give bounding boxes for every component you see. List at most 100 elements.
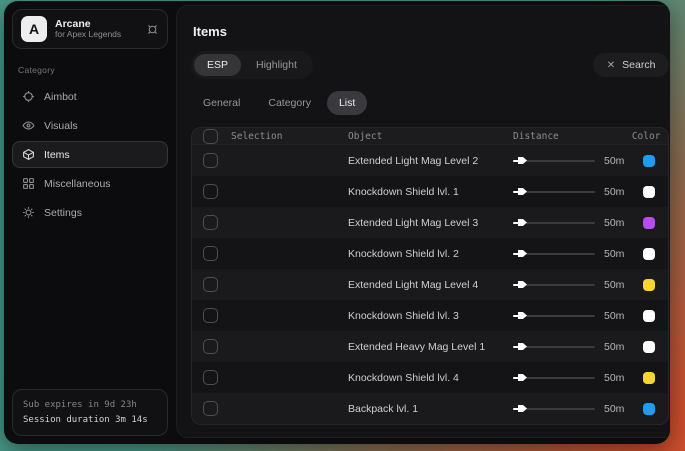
sidebar-nav: Aimbot Visuals Items	[12, 83, 168, 226]
color-swatch[interactable]	[643, 372, 655, 384]
slider-thumb-icon[interactable]	[518, 312, 527, 319]
distance-slider[interactable]	[513, 155, 595, 167]
row-checkbox[interactable]	[203, 308, 218, 323]
distance-value: 50m	[604, 372, 624, 384]
object-label: Extended Light Mag Level 2	[348, 155, 513, 167]
distance-slider[interactable]	[513, 372, 595, 384]
sidebar-item-label: Items	[44, 149, 70, 161]
column-distance: Distance	[513, 131, 628, 142]
search-button-label: Search	[622, 59, 655, 71]
tab-highlight[interactable]: Highlight	[243, 54, 310, 76]
row-checkbox[interactable]	[203, 401, 218, 416]
sidebar-item-label: Settings	[44, 207, 82, 219]
color-swatch[interactable]	[643, 155, 655, 167]
distance-value: 50m	[604, 279, 624, 291]
distance-slider[interactable]	[513, 341, 595, 353]
sidebar-item-label: Miscellaneous	[44, 178, 111, 190]
row-checkbox[interactable]	[203, 184, 218, 199]
object-label: Knockdown Shield lvl. 1	[348, 186, 513, 198]
table-row: Knockdown Shield lvl. 3 50m	[192, 300, 668, 331]
table-row: Knockdown Shield lvl. 2 50m	[192, 238, 668, 269]
column-object: Object	[348, 131, 513, 142]
main-panel: Items ESP Highlight ✕ Search General Cat…	[176, 5, 670, 438]
tab-esp[interactable]: ESP	[194, 54, 241, 76]
table-row: Extended Light Mag Level 3 50m	[192, 207, 668, 238]
sidebar-item-visuals[interactable]: Visuals	[12, 112, 168, 139]
color-swatch[interactable]	[643, 310, 655, 322]
object-label: Backpack lvl. 1	[348, 403, 513, 415]
object-label: Knockdown Shield lvl. 3	[348, 310, 513, 322]
object-label: Extended Light Mag Level 4	[348, 279, 513, 291]
mode-tabs: ESP Highlight	[191, 51, 313, 79]
table-row: Extended Heavy Mag Level 1 50m	[192, 331, 668, 362]
table-row: Extended Light Mag Level 4 50m	[192, 269, 668, 300]
column-color: Color	[628, 131, 668, 142]
sidebar-item-settings[interactable]: Settings	[12, 199, 168, 226]
sidebar-item-aimbot[interactable]: Aimbot	[12, 83, 168, 110]
table-header: Selection Object Distance Color	[192, 128, 668, 145]
distance-slider[interactable]	[513, 217, 595, 229]
column-selection: Selection	[231, 131, 282, 142]
distance-slider[interactable]	[513, 403, 595, 415]
select-all-checkbox[interactable]	[203, 129, 218, 144]
box-icon	[22, 148, 35, 161]
color-swatch[interactable]	[643, 186, 655, 198]
table-row: Extended Light Mag Level 2 50m	[192, 145, 668, 176]
grid-icon	[22, 177, 35, 190]
row-checkbox[interactable]	[203, 215, 218, 230]
sidebar-item-miscellaneous[interactable]: Miscellaneous	[12, 170, 168, 197]
row-checkbox[interactable]	[203, 277, 218, 292]
sidebar-item-items[interactable]: Items	[12, 141, 168, 168]
tab-list[interactable]: List	[327, 91, 367, 115]
table-row: Knockdown Shield lvl. 4 50m	[192, 362, 668, 393]
distance-value: 50m	[604, 155, 624, 167]
distance-value: 50m	[604, 186, 624, 198]
distance-slider[interactable]	[513, 279, 595, 291]
eye-icon	[22, 119, 35, 132]
distance-slider[interactable]	[513, 248, 595, 260]
distance-value: 50m	[604, 217, 624, 229]
color-swatch[interactable]	[643, 403, 655, 415]
slider-thumb-icon[interactable]	[518, 374, 527, 381]
search-button[interactable]: ✕ Search	[593, 53, 670, 77]
distance-slider[interactable]	[513, 186, 595, 198]
subscription-card: Sub expires in 9d 23h Session duration 3…	[12, 389, 168, 436]
color-swatch[interactable]	[643, 248, 655, 260]
session-duration-text: Session duration 3m 14s	[23, 413, 157, 427]
app-header-card: A Arcane for Apex Legends	[12, 9, 168, 49]
slider-thumb-icon[interactable]	[518, 157, 527, 164]
slider-thumb-icon[interactable]	[518, 188, 527, 195]
slider-thumb-icon[interactable]	[518, 343, 527, 350]
table-row: Knockdown Shield lvl. 1 50m	[192, 176, 668, 207]
slider-thumb-icon[interactable]	[518, 281, 527, 288]
row-checkbox[interactable]	[203, 370, 218, 385]
emblem-icon[interactable]	[146, 23, 159, 36]
sidebar-item-label: Visuals	[44, 120, 78, 132]
distance-slider[interactable]	[513, 310, 595, 322]
app-subtitle: for Apex Legends	[55, 30, 138, 40]
object-label: Knockdown Shield lvl. 2	[348, 248, 513, 260]
color-swatch[interactable]	[643, 341, 655, 353]
color-swatch[interactable]	[643, 217, 655, 229]
distance-value: 50m	[604, 248, 624, 260]
row-checkbox[interactable]	[203, 153, 218, 168]
row-checkbox[interactable]	[203, 339, 218, 354]
table-body: Extended Light Mag Level 2 50m Knockdown…	[192, 145, 668, 424]
slider-thumb-icon[interactable]	[518, 405, 527, 412]
items-table: Selection Object Distance Color Extended…	[191, 127, 669, 425]
category-section-label: Category	[18, 65, 162, 75]
slider-thumb-icon[interactable]	[518, 250, 527, 257]
x-icon: ✕	[607, 60, 615, 71]
table-row: Backpack lvl. 1 50m	[192, 393, 668, 424]
sub-expiry-text: Sub expires in 9d 23h	[23, 398, 157, 412]
sidebar-item-label: Aimbot	[44, 91, 77, 103]
object-label: Extended Light Mag Level 3	[348, 217, 513, 229]
tab-general[interactable]: General	[191, 91, 252, 115]
object-label: Extended Heavy Mag Level 1	[348, 341, 513, 353]
color-swatch[interactable]	[643, 279, 655, 291]
page-title: Items	[193, 24, 667, 39]
slider-thumb-icon[interactable]	[518, 219, 527, 226]
tab-category[interactable]: Category	[256, 91, 323, 115]
row-checkbox[interactable]	[203, 246, 218, 261]
sidebar: A Arcane for Apex Legends Category	[4, 1, 176, 444]
